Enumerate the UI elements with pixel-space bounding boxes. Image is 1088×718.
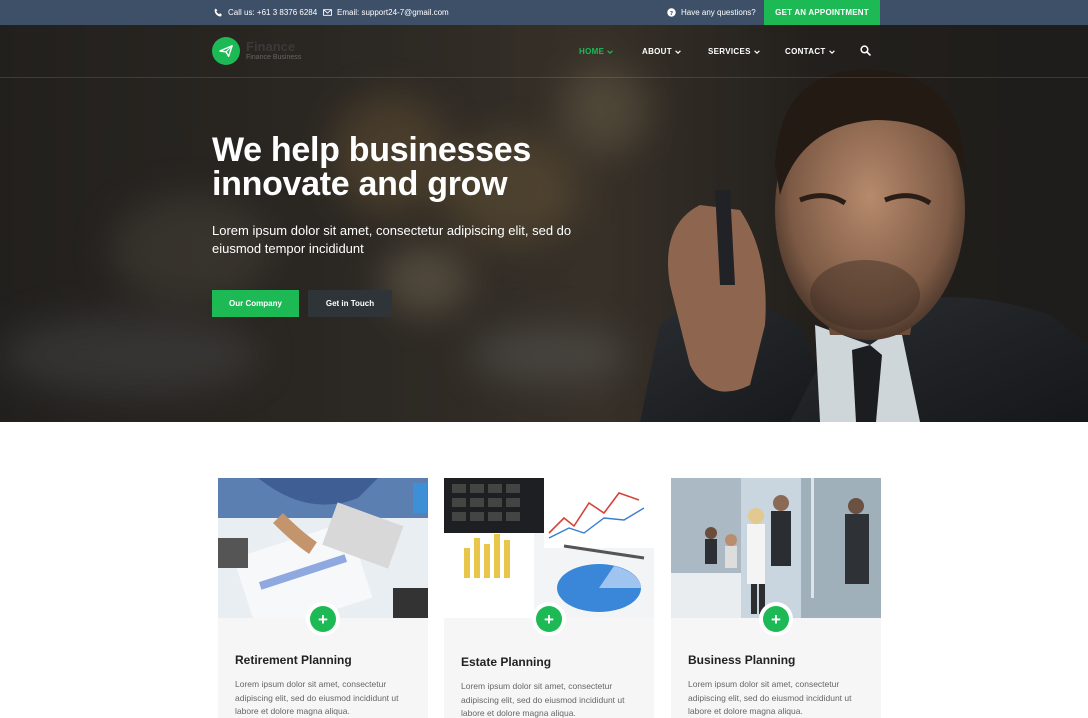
hero-subtext: Lorem ipsum dolor sit amet, consectetur … (212, 223, 572, 256)
paper-plane-icon (212, 37, 240, 65)
expand-button[interactable]: + (532, 602, 566, 636)
brand-tagline: Finance Business (246, 54, 302, 61)
envelope-icon (323, 8, 332, 17)
nav-services-label: SERVICES (708, 47, 751, 56)
card-title: Business Planning (688, 653, 796, 667)
chevron-down-icon (675, 49, 681, 54)
plus-icon: + (536, 606, 562, 632)
brand-logo[interactable]: Finance Finance Business (212, 37, 301, 65)
nav-contact[interactable]: CONTACT (785, 25, 835, 78)
email-text: Email: support24-7@gmail.com (337, 8, 449, 17)
hero-headline-line1: We help businesses (212, 131, 531, 169)
questions-text: Have any questions? (681, 8, 756, 17)
get-appointment-button[interactable]: GET AN APPOINTMENT (764, 0, 880, 25)
chevron-down-icon (607, 49, 614, 54)
plus-icon: + (763, 606, 789, 632)
phone-contact[interactable]: Call us: +61 3 8376 6284 (214, 0, 317, 25)
get-in-touch-button[interactable]: Get in Touch (308, 290, 392, 317)
question-circle-icon: ? (667, 8, 676, 17)
retirement-planning-image (218, 478, 428, 618)
service-card-business[interactable]: + Business Planning Lorem ipsum dolor si… (671, 478, 881, 718)
email-contact[interactable]: Email: support24-7@gmail.com (323, 0, 449, 25)
card-title: Retirement Planning (235, 653, 352, 667)
estate-planning-image (444, 478, 654, 618)
expand-button[interactable]: + (306, 602, 340, 636)
questions-link[interactable]: ? Have any questions? (667, 0, 756, 25)
plus-icon: + (310, 606, 336, 632)
search-icon[interactable] (860, 45, 871, 56)
nav-services[interactable]: SERVICES (708, 25, 760, 78)
business-planning-image (671, 478, 881, 618)
card-description: Lorem ipsum dolor sit amet, consectetur … (688, 679, 852, 716)
expand-button[interactable]: + (759, 602, 793, 636)
main-navbar: Finance Finance Business (0, 25, 1088, 78)
nav-about[interactable]: ABOUT (642, 25, 681, 78)
card-description: Lorem ipsum dolor sit amet, consectetur … (461, 681, 625, 718)
card-title: Estate Planning (461, 655, 552, 669)
service-card-estate[interactable]: + Estate Planning Lorem ipsum dolor sit … (444, 478, 654, 718)
nav-contact-label: CONTACT (785, 47, 826, 56)
hero-businessman-image (630, 25, 1088, 422)
nav-home-label: HOME (579, 47, 605, 56)
nav-home[interactable]: HOME (579, 25, 614, 78)
brand-name: Finance (246, 39, 296, 54)
chevron-down-icon (753, 49, 760, 54)
phone-text: Call us: +61 3 8376 6284 (228, 8, 318, 17)
hero-headline-line2: innovate and grow (212, 165, 508, 203)
phone-icon (214, 8, 223, 17)
chevron-down-icon (828, 49, 835, 54)
hero-headline: We help businesses innovate and grow (212, 133, 632, 201)
service-card-retirement[interactable]: + Retirement Planning Lorem ipsum dolor … (218, 478, 428, 718)
top-bar: Call us: +61 3 8376 6284 Email: support2… (0, 0, 1088, 25)
card-description: Lorem ipsum dolor sit amet, consectetur … (235, 679, 399, 716)
svg-text:?: ? (670, 11, 673, 17)
our-company-button[interactable]: Our Company (212, 290, 299, 317)
nav-about-label: ABOUT (642, 47, 672, 56)
